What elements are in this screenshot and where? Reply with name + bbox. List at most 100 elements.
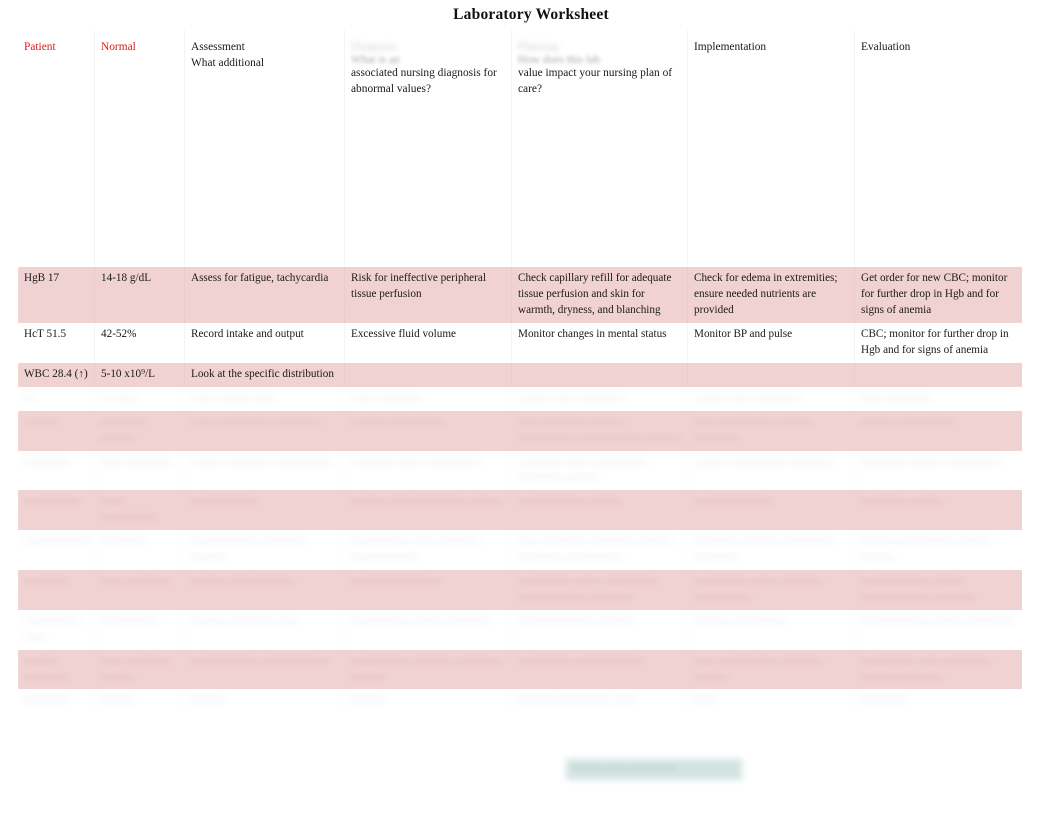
- blank-cell: [688, 99, 855, 267]
- column-header-patient: Patient: [18, 30, 95, 99]
- cell-diagnosis: [345, 363, 512, 387]
- cell-planning: —————— ———: [512, 490, 688, 530]
- cell-planning: Check capillary refill for adequate tiss…: [512, 267, 688, 323]
- column-header-planning-label: Planning: [518, 41, 559, 52]
- blank-cell: [512, 99, 688, 267]
- cell-assessment: —————— ——————: [185, 650, 345, 690]
- cell-patient: ————: [18, 689, 95, 713]
- cell-evaluation: —————— ——— ————: [861, 614, 1013, 627]
- blank-cell: [345, 99, 512, 267]
- cell-normal: ———: [95, 689, 185, 713]
- cell-assessment: Record intake and output: [185, 323, 345, 363]
- table-row: — — —— —— ——— —— —— ———— ——— —— ———— ——— —— —…: [18, 386, 1022, 411]
- cell-diagnosis: ————— ——— ————: [345, 610, 512, 650]
- cell-evaluation: —— ————: [861, 391, 931, 404]
- column-header-assessment: Assessment What additional: [185, 30, 345, 99]
- table-row: ——— ———— —— ———— ——— —————— —————— ————— ——…: [18, 649, 1022, 690]
- column-header-normal: Normal: [95, 30, 185, 99]
- cell-diagnosis: Excessive fluid volume: [345, 323, 512, 363]
- column-header-diagnosis: Diagnosis What is an associated nursing …: [345, 30, 512, 99]
- cell-diagnosis: ———: [345, 689, 512, 713]
- column-header-patient-label: Patient: [24, 41, 56, 53]
- cell-evaluation: ———— ———: [861, 495, 943, 508]
- cell-planning: ——————— ———: [512, 610, 688, 650]
- page-edge-right-fade: [1042, 0, 1062, 830]
- cell-implementation: ——: [688, 689, 855, 713]
- cell-assessment: ——— ———— —————: [185, 451, 345, 491]
- blank-cell: [95, 99, 185, 267]
- cell-diagnosis: ——— ——————— ———: [345, 490, 512, 530]
- blank-cell: [855, 99, 1022, 267]
- cell-assessment: Assess for fatigue, tachycardia: [185, 267, 345, 323]
- table-header-row: Patient Normal Assessment What additiona…: [18, 30, 1022, 99]
- cell-evaluation: [855, 363, 1022, 387]
- table-row: HgB 17 14-18 g/dL Assess for fatigue, tach…: [18, 267, 1022, 324]
- cell-normal: ———— ———: [95, 411, 185, 451]
- cell-diagnosis: ————— —— ———— ——————: [345, 530, 512, 570]
- cell-implementation: ——— —————: [688, 610, 855, 650]
- column-header-evaluation: Evaluation: [855, 30, 1022, 99]
- cell-assessment: —— ——— ——: [185, 387, 345, 411]
- cell-normal: —— ———— ———: [95, 650, 185, 690]
- table-row: —————— ———— —————— ———— ——— ————— —— ———— —…: [18, 530, 1022, 570]
- cell-assessment: Look at the specific distribution: [185, 363, 345, 387]
- cell-patient: ———: [18, 411, 95, 451]
- cell-implementation: Monitor BP and pulse: [688, 323, 855, 363]
- table-row: WBC 28.4 (↑) 5-10 x10⁹/L Look at the speci…: [18, 362, 1022, 387]
- cell-diagnosis: —— ————: [345, 387, 512, 411]
- page-edge-left-fade: [0, 0, 20, 830]
- cell-evaluation: —————— ——— —————— ————: [861, 574, 976, 603]
- cell-assessment: —— ————— ————: [185, 411, 345, 451]
- cell-diagnosis: ————————: [345, 570, 512, 610]
- cell-planning: ———— —— ————— ———— ———: [512, 451, 688, 491]
- cell-implementation: —— ————— ——— ————: [688, 411, 855, 451]
- table-row: ———— ——— ——— ——— ——— ————— —— —— ————: [18, 689, 1022, 714]
- table-row: HcT 51.5 42-52% Record intake and output Ex…: [18, 323, 1022, 363]
- cell-evaluation: ————: [861, 694, 906, 707]
- cell-patient: ——————: [18, 530, 95, 570]
- cell-planning: ——— —— ————: [512, 387, 688, 411]
- table-body: HgB 17 14-18 g/dL Assess for fatigue, tach…: [18, 99, 1022, 714]
- cell-evaluation: CBC; monitor for further drop in Hgb and…: [861, 328, 1009, 356]
- column-header-implementation-label: Implementation: [694, 41, 767, 53]
- cell-normal: —— ————: [95, 451, 185, 491]
- cell-normal: —— ————: [95, 570, 185, 610]
- cell-implementation: Check for edema in extremities; ensure n…: [688, 267, 855, 323]
- column-header-diagnosis-prompt: associated nursing diagnosis for abnorma…: [351, 67, 497, 96]
- page-edge-bottom-fade: [0, 778, 1062, 830]
- cell-diagnosis: ————— ———— ———— ———: [345, 650, 512, 690]
- cell-evaluation: ———— ——— —————: [861, 455, 1001, 468]
- cell-implementation: ———————: [688, 490, 855, 530]
- teal-highlight-text: ——— —— ————: [572, 762, 677, 774]
- cell-normal: —— —————: [95, 490, 185, 530]
- cell-patient: —————: [18, 490, 95, 530]
- cell-evaluation: ——— —————: [861, 415, 954, 428]
- column-header-assessment-prompt: What additional: [191, 57, 265, 70]
- cell-planning: ——— ————— ——: [512, 689, 688, 713]
- cell-diagnosis: ——— —————: [345, 411, 512, 451]
- cell-assessment: ——— ——————: [185, 570, 345, 610]
- cell-normal: — ——: [95, 387, 185, 411]
- table-row: ———— —— ———— ——— ———— ————— ———— —— ————— ——…: [18, 450, 1022, 491]
- cell-assessment: —————— ———— ———: [185, 530, 345, 570]
- cell-implementation: ————— —— ———— —————: [688, 570, 855, 610]
- cell-normal: ————: [95, 530, 185, 570]
- column-header-evaluation-label: Evaluation: [861, 41, 911, 53]
- column-header-diagnosis-prompt-clipped: What is an: [351, 54, 400, 65]
- cell-implementation: —— ————— ———— ———: [688, 650, 855, 690]
- cell-planning: [512, 363, 688, 387]
- column-header-implementation: Implementation: [688, 30, 855, 99]
- cell-diagnosis: Risk for ineffective peripheral tissue p…: [345, 267, 512, 323]
- cell-normal: 14-18 g/dL: [95, 267, 185, 323]
- column-header-planning: Planning How does this lab value impact …: [512, 30, 688, 99]
- cell-assessment: ——————: [185, 490, 345, 530]
- blank-cell: [185, 99, 345, 267]
- cell-assessment: ——— ———— ——: [185, 610, 345, 650]
- cell-implementation: ——— —— ————: [688, 387, 855, 411]
- column-header-assessment-label: Assessment: [191, 41, 245, 53]
- cell-diagnosis: ———— —— —————: [345, 451, 512, 491]
- cell-patient: WBC 28.4 (↑): [18, 363, 95, 387]
- cell-normal: —————: [95, 610, 185, 650]
- cell-patient: ————: [18, 570, 95, 610]
- table-row: ————— —— ————— ——— ———— —— ————— ——— ———— ——…: [18, 609, 1022, 650]
